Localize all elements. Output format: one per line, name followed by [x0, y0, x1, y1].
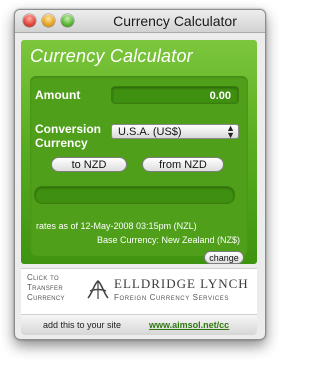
close-window-button[interactable]: [23, 14, 36, 27]
currency-select-value: U.S.A. (US$): [118, 126, 182, 138]
company-logo-icon: [87, 279, 109, 299]
currency-select[interactable]: U.S.A. (US$) ▲ ▼: [111, 123, 239, 140]
to-nzd-button[interactable]: to NZD: [51, 157, 127, 172]
footer: add this to your site www.aimsol.net/cc: [21, 315, 257, 335]
company-tagline: Foreign Currency Services: [114, 293, 230, 302]
change-base-button[interactable]: change: [204, 251, 244, 264]
widget-window: Currency Calculator Currency Calculator …: [14, 9, 266, 340]
zoom-window-button[interactable]: [61, 14, 74, 27]
click-line-3: Currency: [27, 293, 65, 302]
minimize-window-button[interactable]: [42, 14, 55, 27]
conversion-label-line1: Conversion: [35, 122, 102, 136]
footer-link[interactable]: www.aimsol.net/cc: [149, 315, 229, 335]
conversion-label-line2: Currency: [35, 136, 88, 150]
rates-timestamp: rates as of 12-May-2008 03:15pm (NZL): [36, 221, 197, 231]
click-line-2: Transfer: [27, 283, 63, 292]
calculator-panel: Currency Calculator Amount 0.00 Conversi…: [21, 40, 257, 264]
title-bar[interactable]: Currency Calculator: [15, 10, 265, 33]
company-name: ELLDRIDGE LYNCH: [114, 276, 249, 291]
result-display: [34, 186, 235, 204]
window-title: Currency Calculator: [113, 13, 237, 29]
form-panel: Amount 0.00 Conversion Currency U.S.A. (…: [30, 76, 248, 256]
click-to-transfer-text: Click to Transfer Currency: [27, 273, 79, 303]
amount-label: Amount: [35, 88, 81, 102]
app-title: Currency Calculator: [30, 46, 193, 66]
from-nzd-button[interactable]: from NZD: [142, 157, 224, 172]
sponsor-banner[interactable]: Click to Transfer Currency ELLDRIDGE LYN…: [21, 268, 257, 315]
amount-input[interactable]: 0.00: [111, 86, 239, 104]
footer-prefix-text: add this to your site: [43, 320, 122, 330]
select-arrows-icon: ▲ ▼: [226, 123, 235, 140]
base-currency-text: Base Currency: New Zealand (NZ$): [96, 235, 240, 245]
click-line-1: Click to: [27, 273, 59, 282]
